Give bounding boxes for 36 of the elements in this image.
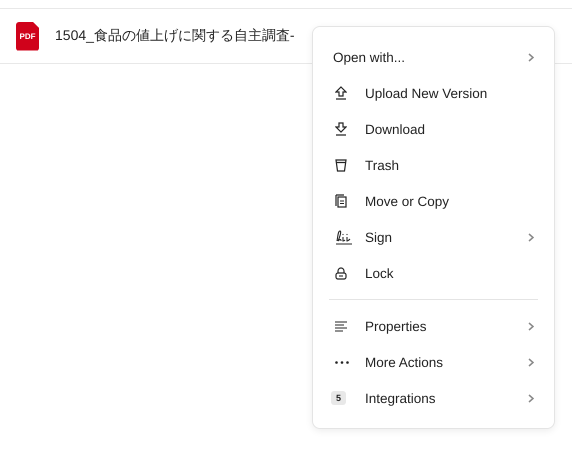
menu-item[interactable]: Move or Copy: [313, 183, 554, 219]
pdf-file-icon: PDF: [16, 22, 39, 50]
menu-item[interactable]: Lock: [313, 255, 554, 291]
more-icon: [335, 360, 349, 364]
menu-item-label: Download: [365, 122, 426, 136]
menu-item[interactable]: Properties: [313, 308, 554, 344]
menu-item-label: Sign: [365, 230, 394, 244]
menu-item-label: Properties: [365, 318, 428, 334]
properties-icon: [335, 320, 347, 332]
chevron-right-icon: [528, 358, 534, 366]
menu-item-label: Upload New Version: [365, 86, 488, 100]
chevron-right-icon: [528, 232, 534, 242]
lock-icon: [335, 266, 347, 280]
menu-item-label: Trash: [365, 158, 400, 172]
menu-item[interactable]: Sign: [313, 219, 554, 255]
trash-icon: [335, 158, 347, 172]
menu-item[interactable]: Open with...: [313, 39, 554, 75]
menu-item[interactable]: Upload New Version: [313, 75, 554, 111]
menu-item[interactable]: 5 Integrations: [313, 380, 554, 416]
upload-icon: [335, 86, 347, 100]
chevron-right-icon: [528, 394, 534, 402]
file-name[interactable]: 1504_食品の値上げに関する自主調査-: [55, 27, 295, 45]
menu-item-label: More Actions: [365, 354, 444, 370]
count-badge: 5: [331, 391, 346, 405]
menu-item-label: Open with...: [333, 50, 406, 64]
menu-item[interactable]: Download: [313, 111, 554, 147]
menu-item[interactable]: Trash: [313, 147, 554, 183]
menu-item-label: Lock: [365, 266, 395, 280]
chevron-right-icon: [528, 52, 534, 62]
chevron-right-icon: [528, 322, 534, 330]
download-icon: [335, 122, 347, 136]
menu-item-label: Move or Copy: [365, 194, 450, 208]
signature-icon: [335, 230, 353, 244]
menu-item-label: Integrations: [365, 390, 437, 406]
copy-icon: [335, 194, 347, 208]
menu-item[interactable]: More Actions: [313, 344, 554, 380]
